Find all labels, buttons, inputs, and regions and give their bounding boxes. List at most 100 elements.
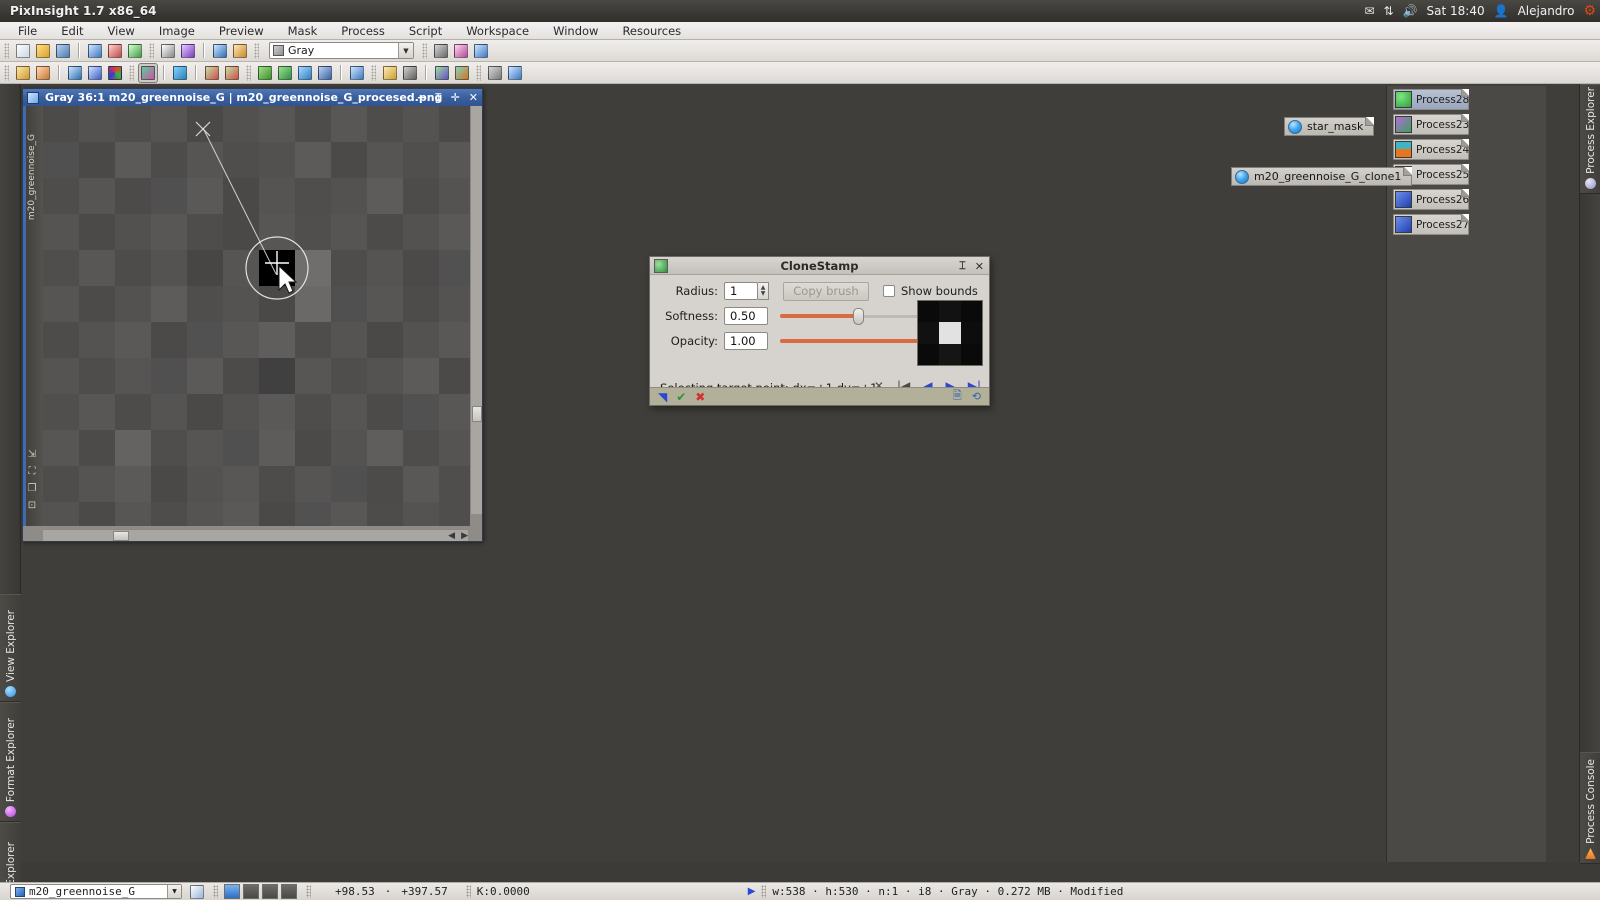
mask-show-icon[interactable] (432, 42, 450, 60)
softness-slider[interactable] (780, 307, 936, 325)
toolbar2-grip-5[interactable] (476, 64, 481, 81)
mask-show-icon-2[interactable] (316, 64, 334, 82)
blue-chip[interactable] (281, 884, 297, 899)
process-container-icon[interactable] (348, 64, 366, 82)
readout-icon[interactable] (231, 42, 249, 60)
toolbar-grip-4[interactable] (422, 42, 427, 59)
zoom-1-1-icon[interactable]: ⊡ (26, 500, 38, 512)
chevron-down-icon-statusbar[interactable]: ▼ (167, 885, 181, 898)
minimize-icon[interactable]: − (417, 91, 426, 104)
stepper-down-icon[interactable]: ▼ (761, 291, 766, 297)
grayscale-icon[interactable] (138, 62, 158, 83)
close-icon-dialog[interactable]: ✕ (975, 260, 984, 273)
menu-mask[interactable]: Mask (276, 22, 330, 40)
show-bounds-checkbox[interactable] (883, 285, 895, 297)
preview-icon[interactable] (171, 64, 189, 82)
view-tab-star-mask[interactable]: star_mask (1284, 117, 1375, 136)
gear-icon[interactable]: ⚙ (1583, 4, 1596, 18)
sidebar-item-format-explorer[interactable]: Format Explorer (0, 702, 21, 822)
chevron-down-icon[interactable]: ▼ (398, 43, 413, 58)
view-selector-combo[interactable]: m20_greennoise_G ▼ (10, 884, 182, 899)
fit-view-icon[interactable]: ⛶ (26, 466, 38, 478)
process-item-5[interactable]: Process27 (1393, 214, 1469, 235)
vertical-scrollbar[interactable] (470, 106, 482, 514)
image-window-titlebar[interactable]: Gray 36:1 m20_greennoise_G | m20_greenno… (23, 89, 482, 106)
radius-input[interactable]: 1 (724, 282, 758, 300)
view-tab-clone1[interactable]: m20_greennoise_G_clone1 (1231, 167, 1413, 186)
system-clock[interactable]: Sat 18:40 (1427, 4, 1485, 18)
softness-input[interactable]: 0.50 (724, 307, 768, 325)
horizontal-scrollbar-thumb[interactable] (113, 531, 129, 541)
toolbar-grip-3[interactable] (254, 42, 259, 59)
menu-window[interactable]: Window (541, 22, 610, 40)
annotation-icon[interactable] (486, 64, 504, 82)
opacity-input[interactable]: 1.00 (724, 332, 768, 350)
image-info-play-icon[interactable]: ▶ (748, 886, 756, 897)
toolbar-grip-2[interactable] (149, 42, 154, 59)
volume-icon[interactable]: 🔊 (1403, 4, 1418, 18)
rgb-chip[interactable] (224, 884, 240, 899)
rgb-icon[interactable] (106, 64, 124, 82)
menu-resources[interactable]: Resources (610, 22, 693, 40)
crop-icon[interactable] (66, 64, 84, 82)
new-image-icon[interactable] (14, 42, 32, 60)
open-file-icon[interactable] (34, 42, 52, 60)
redo-icon[interactable] (106, 42, 124, 60)
horizontal-scrollbar[interactable] (43, 529, 468, 541)
red-chip[interactable] (243, 884, 259, 899)
apply-icon[interactable]: ✔ (676, 390, 686, 404)
process-item-1[interactable]: Process23 (1393, 114, 1469, 135)
resize-icon[interactable]: ⇲ (26, 449, 38, 461)
cancel-icon[interactable]: ✖ (695, 390, 705, 404)
maximize-icon[interactable]: ⌶ (435, 91, 442, 105)
histogram-icon[interactable] (179, 42, 197, 60)
green-chip[interactable] (262, 884, 278, 899)
opacity-slider[interactable] (780, 332, 940, 350)
restore-icon[interactable]: ✛ (451, 91, 460, 104)
toolbar-grip[interactable] (4, 42, 9, 59)
rotate-icon[interactable] (86, 64, 104, 82)
menu-image[interactable]: Image (147, 22, 207, 40)
paste-view-icon[interactable] (34, 64, 52, 82)
duplicate-view-icon[interactable]: ❐ (26, 483, 38, 495)
colorspace-combo[interactable]: Gray ▼ (269, 42, 414, 59)
menu-edit[interactable]: Edit (49, 22, 95, 40)
curves-tool-icon[interactable] (453, 64, 471, 82)
radius-stepper[interactable]: ▲ ▼ (758, 282, 769, 300)
console-icon[interactable] (401, 64, 419, 82)
menu-workspace[interactable]: Workspace (454, 22, 541, 40)
toolbar2-grip-3[interactable] (246, 64, 251, 81)
process-item-2[interactable]: Process24 (1393, 139, 1469, 160)
menu-script[interactable]: Script (397, 22, 454, 40)
image-canvas-area[interactable]: m20_greennoise_G ⇲ ⛶ ❐ ⊡ ◀ ▶ (23, 106, 482, 541)
scroll-right-icon[interactable]: ▶ (461, 531, 468, 541)
clonestamp-tool-icon[interactable] (433, 64, 451, 82)
show-bounds-label[interactable]: Show bounds (901, 284, 978, 298)
reset-icon[interactable]: ⟲ (972, 390, 981, 403)
close-icon[interactable]: ✕ (469, 91, 478, 104)
statistics-icon[interactable] (211, 42, 229, 60)
delete-all-previews-icon[interactable] (223, 64, 241, 82)
screen-transfer-icon[interactable] (159, 42, 177, 60)
network-icon[interactable]: ⇅ (1384, 4, 1394, 18)
sidebar-item-process-explorer[interactable]: Process Explorer (1580, 84, 1600, 194)
vertical-scrollbar-thumb[interactable] (472, 406, 482, 422)
save-file-icon[interactable] (54, 42, 72, 60)
menu-process[interactable]: Process (329, 22, 397, 40)
roll-up-icon[interactable]: ⌶ (959, 259, 966, 273)
browse-documentation-icon[interactable]: 🗎 (953, 387, 962, 406)
mask-invert-icon[interactable] (452, 42, 470, 60)
zoom-in-icon[interactable] (472, 42, 490, 60)
toolbar2-grip-2[interactable] (129, 64, 134, 81)
toolbar2-grip-4[interactable] (371, 64, 376, 81)
dynamic-psf-icon[interactable] (506, 64, 524, 82)
sidebar-item-process-console[interactable]: Process Console (1580, 752, 1600, 864)
menu-file[interactable]: File (6, 22, 49, 40)
mask-apply-icon[interactable] (256, 64, 274, 82)
view-properties-icon[interactable] (188, 883, 206, 900)
process-item-0[interactable]: Process28 (1393, 89, 1469, 110)
process-item-4[interactable]: Process26 (1393, 189, 1469, 210)
menu-view[interactable]: View (96, 22, 147, 40)
undo-icon[interactable] (86, 42, 104, 60)
mask-remove-icon[interactable] (276, 64, 294, 82)
